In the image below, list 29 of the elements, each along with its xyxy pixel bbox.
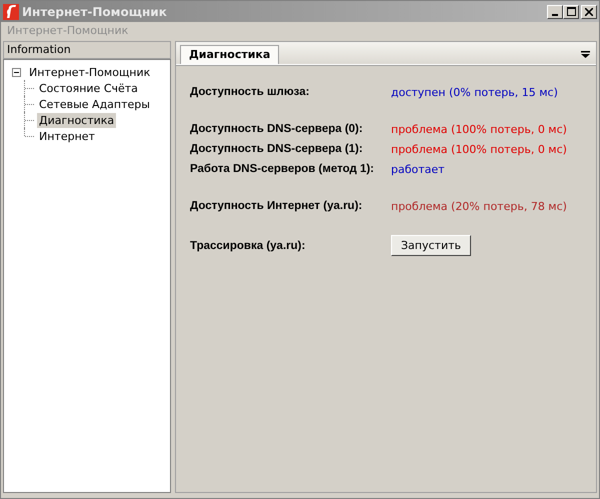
status-text: проблема (100% потерь, 0 мс) xyxy=(391,122,567,136)
app-icon xyxy=(3,4,19,20)
field-label: Доступность DNS-сервера (1): xyxy=(190,143,364,155)
status-text: работает xyxy=(391,162,445,176)
status-text: доступен (0% потерь, 15 мс) xyxy=(391,86,558,98)
window-title: Интернет-Помощник xyxy=(22,4,168,18)
dropdown-icon[interactable] xyxy=(581,51,590,58)
field-label: Работа DNS-серверов (метод 1): xyxy=(190,163,376,175)
field-label: Доступность шлюза: xyxy=(190,86,310,98)
minimize-button[interactable] xyxy=(547,4,563,18)
panel-header: Information xyxy=(3,41,171,59)
field-label: Доступность DNS-сервера (0): xyxy=(190,123,364,135)
tree-item[interactable]: Интернет-Помощник xyxy=(27,64,152,80)
close-button[interactable] xyxy=(581,4,597,18)
status-text: проблема (100% потерь, 0 мс) xyxy=(391,142,567,156)
minimize-icon xyxy=(552,14,558,16)
close-icon xyxy=(585,8,593,16)
field-label: Доступность Интернет (ya.ru): xyxy=(190,200,364,212)
tree-item[interactable]: Сетевые Адаптеры xyxy=(37,96,152,112)
tree-item[interactable]: Состояние Счёта xyxy=(37,80,140,96)
tree-item[interactable]: Диагностика xyxy=(37,112,116,128)
tree-item[interactable]: Интернет xyxy=(37,128,97,144)
maximize-icon xyxy=(566,7,576,16)
tab[interactable]: Диагностика xyxy=(180,45,280,64)
maximize-button[interactable] xyxy=(563,4,579,18)
collapse-icon[interactable] xyxy=(12,68,21,76)
run-button[interactable]: Запустить xyxy=(391,235,471,256)
field-label: Трассировка (ya.ru): xyxy=(190,240,306,252)
status-text: проблема (20% потерь, 78 мс) xyxy=(391,200,567,212)
